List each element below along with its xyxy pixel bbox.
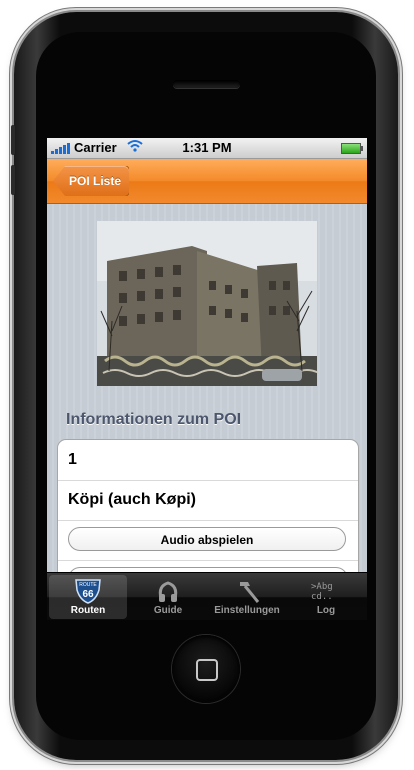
poi-name: Köpi (auch Køpi) [68, 491, 196, 508]
screen: Carrier 1:31 PM POI Liste Informationen … [47, 138, 367, 620]
poi-number: 1 [68, 451, 77, 468]
tab-label: Routen [70, 605, 106, 616]
status-time: 1:31 PM [182, 140, 232, 155]
volume-up-button [11, 125, 15, 155]
tab-bar: ROUTE 66 Routen Guide Einstellungen >Abg… [47, 572, 367, 620]
play-audio-button[interactable]: Audio abspielen [68, 527, 346, 551]
navigation-bar: POI Liste [47, 159, 367, 204]
tab-label: Log [316, 605, 336, 616]
hammer-icon [232, 578, 262, 604]
route-66-icon: ROUTE 66 [73, 578, 103, 604]
section-title: Informationen zum POI [66, 411, 242, 428]
log-icon-line-1: >Abg [311, 582, 333, 592]
tab-log[interactable]: >Abg cd.. Log [287, 575, 365, 619]
volume-down-button [11, 165, 15, 195]
status-bar: Carrier 1:31 PM [47, 138, 367, 159]
tab-guide[interactable]: Guide [129, 575, 207, 619]
battery-icon [341, 143, 363, 154]
table-row-audio: Audio abspielen [58, 520, 358, 561]
poi-photo [97, 221, 317, 386]
earpiece-speaker [173, 80, 240, 88]
svg-text:66: 66 [82, 589, 94, 600]
tab-label: Einstellungen [214, 605, 280, 616]
home-button[interactable] [172, 635, 240, 703]
log-text-icon: >Abg cd.. [311, 578, 341, 604]
headphones-icon [153, 578, 183, 604]
back-button[interactable]: POI Liste [53, 166, 130, 196]
table-row-name: Köpi (auch Køpi) [58, 480, 358, 521]
tab-label: Guide [153, 605, 183, 616]
svg-text:ROUTE: ROUTE [79, 582, 97, 588]
log-icon-line-2: cd.. [311, 592, 333, 602]
poi-detail-content[interactable]: Informationen zum POI 1 Köpi (auch Køpi)… [47, 204, 367, 620]
home-square-icon [196, 659, 218, 681]
tab-routen[interactable]: ROUTE 66 Routen [49, 575, 127, 619]
table-row-number: 1 [58, 440, 358, 481]
tab-einstellungen[interactable]: Einstellungen [208, 575, 286, 619]
